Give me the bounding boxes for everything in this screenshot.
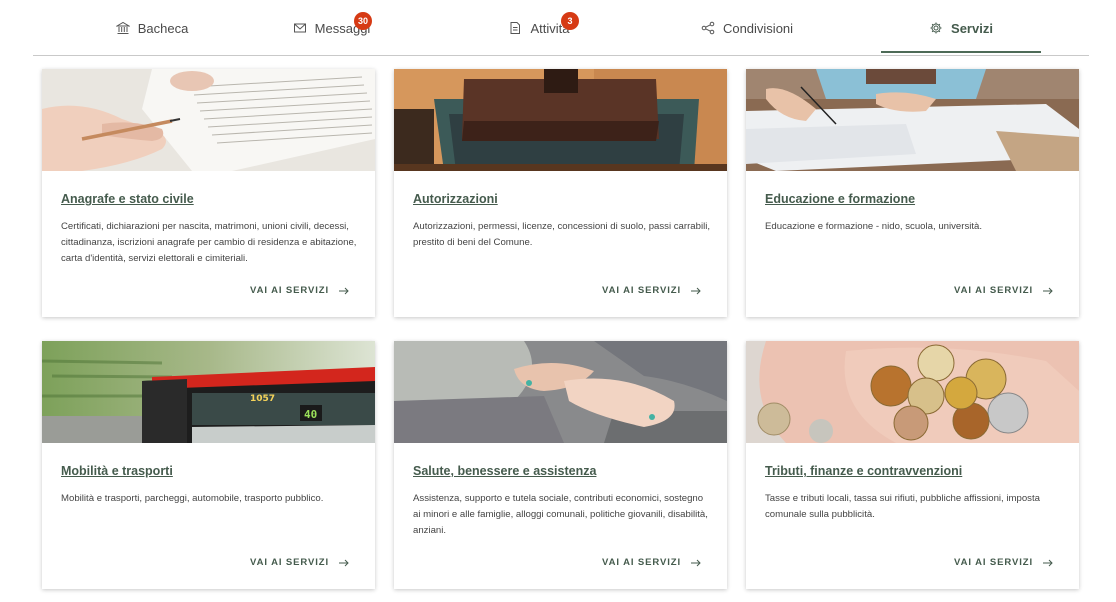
share-icon [701,21,715,35]
service-tabs: Bacheca Messaggi 30 Attività 3 Condivisi… [33,0,1089,56]
activities-count-badge: 3 [561,12,579,30]
cta-label: VAI AI SERVIZI [954,285,1033,296]
cta-label: VAI AI SERVIZI [250,557,329,568]
tab-attivita[interactable]: Attività 3 [479,0,599,56]
card-image [746,69,1079,171]
card-image: 1057 40 [42,341,375,443]
arrow-right-icon [339,559,349,567]
card-title[interactable]: Anagrafe e stato civile [61,192,359,206]
tab-label: Condivisioni [722,20,794,36]
card-title[interactable]: Autorizzazioni [413,192,711,206]
card-image [746,341,1079,443]
card-image [42,69,375,171]
arrow-right-icon [1043,287,1053,295]
card-description: Autorizzazioni, permessi, licenze, conce… [413,221,711,248]
card-description: Mobilità e trasporti, parcheggi, automob… [61,493,324,504]
card-description: Tasse e tributi locali, tassa sui rifiut… [765,493,1040,520]
go-to-services-link[interactable]: VAI AI SERVIZI [250,285,349,296]
gear-icon [929,21,943,35]
service-card-tributi[interactable]: Tributi, finanze e contravvenzioni Tasse… [746,341,1079,589]
arrow-right-icon [691,287,701,295]
tab-label: Bacheca [137,20,189,36]
messages-count-badge: 30 [354,12,373,30]
cta-label: VAI AI SERVIZI [250,285,329,296]
cta-label: VAI AI SERVIZI [602,285,681,296]
tab-bacheca[interactable]: Bacheca [33,0,271,56]
card-title[interactable]: Educazione e formazione [765,192,1063,206]
go-to-services-link[interactable]: VAI AI SERVIZI [954,285,1053,296]
card-title[interactable]: Tributi, finanze e contravvenzioni [765,464,1063,478]
go-to-services-link[interactable]: VAI AI SERVIZI [250,557,349,568]
service-card-autorizzazioni[interactable]: Autorizzazioni Autorizzazioni, permessi,… [394,69,727,317]
arrow-right-icon [691,559,701,567]
card-title[interactable]: Salute, benessere e assistenza [413,464,711,478]
bank-icon [115,21,130,35]
service-card-educazione[interactable]: Educazione e formazione Educazione e for… [746,69,1079,317]
go-to-services-link[interactable]: VAI AI SERVIZI [954,557,1053,568]
card-description: Educazione e formazione - nido, scuola, … [765,221,983,232]
document-icon [508,21,522,35]
service-card-anagrafe[interactable]: Anagrafe e stato civile Certificati, dic… [42,69,375,317]
tab-messaggi[interactable]: Messaggi 30 [271,0,392,56]
tab-condivisioni[interactable]: Condivisioni [673,0,821,56]
service-card-salute[interactable]: Salute, benessere e assistenza Assistenz… [394,341,727,589]
card-description: Certificati, dichiarazioni per nascita, … [61,221,357,264]
envelope-icon [293,21,307,35]
tab-servizi[interactable]: Servizi [881,0,1041,56]
bus-fleet-number: 1057 [250,394,275,404]
cta-label: VAI AI SERVIZI [602,557,681,568]
card-title[interactable]: Mobilità e trasporti [61,464,359,478]
cta-label: VAI AI SERVIZI [954,557,1033,568]
service-card-mobilita[interactable]: 1057 40 Mobilità e trasporti Mobilità e … [42,341,375,589]
arrow-right-icon [339,287,349,295]
go-to-services-link[interactable]: VAI AI SERVIZI [602,285,701,296]
card-image [394,341,727,443]
tab-label: Servizi [951,20,993,36]
arrow-right-icon [1043,559,1053,567]
go-to-services-link[interactable]: VAI AI SERVIZI [602,557,701,568]
bus-route-number: 40 [304,408,317,421]
card-description: Assistenza, supporto e tutela sociale, c… [413,493,708,536]
card-image [394,69,727,171]
